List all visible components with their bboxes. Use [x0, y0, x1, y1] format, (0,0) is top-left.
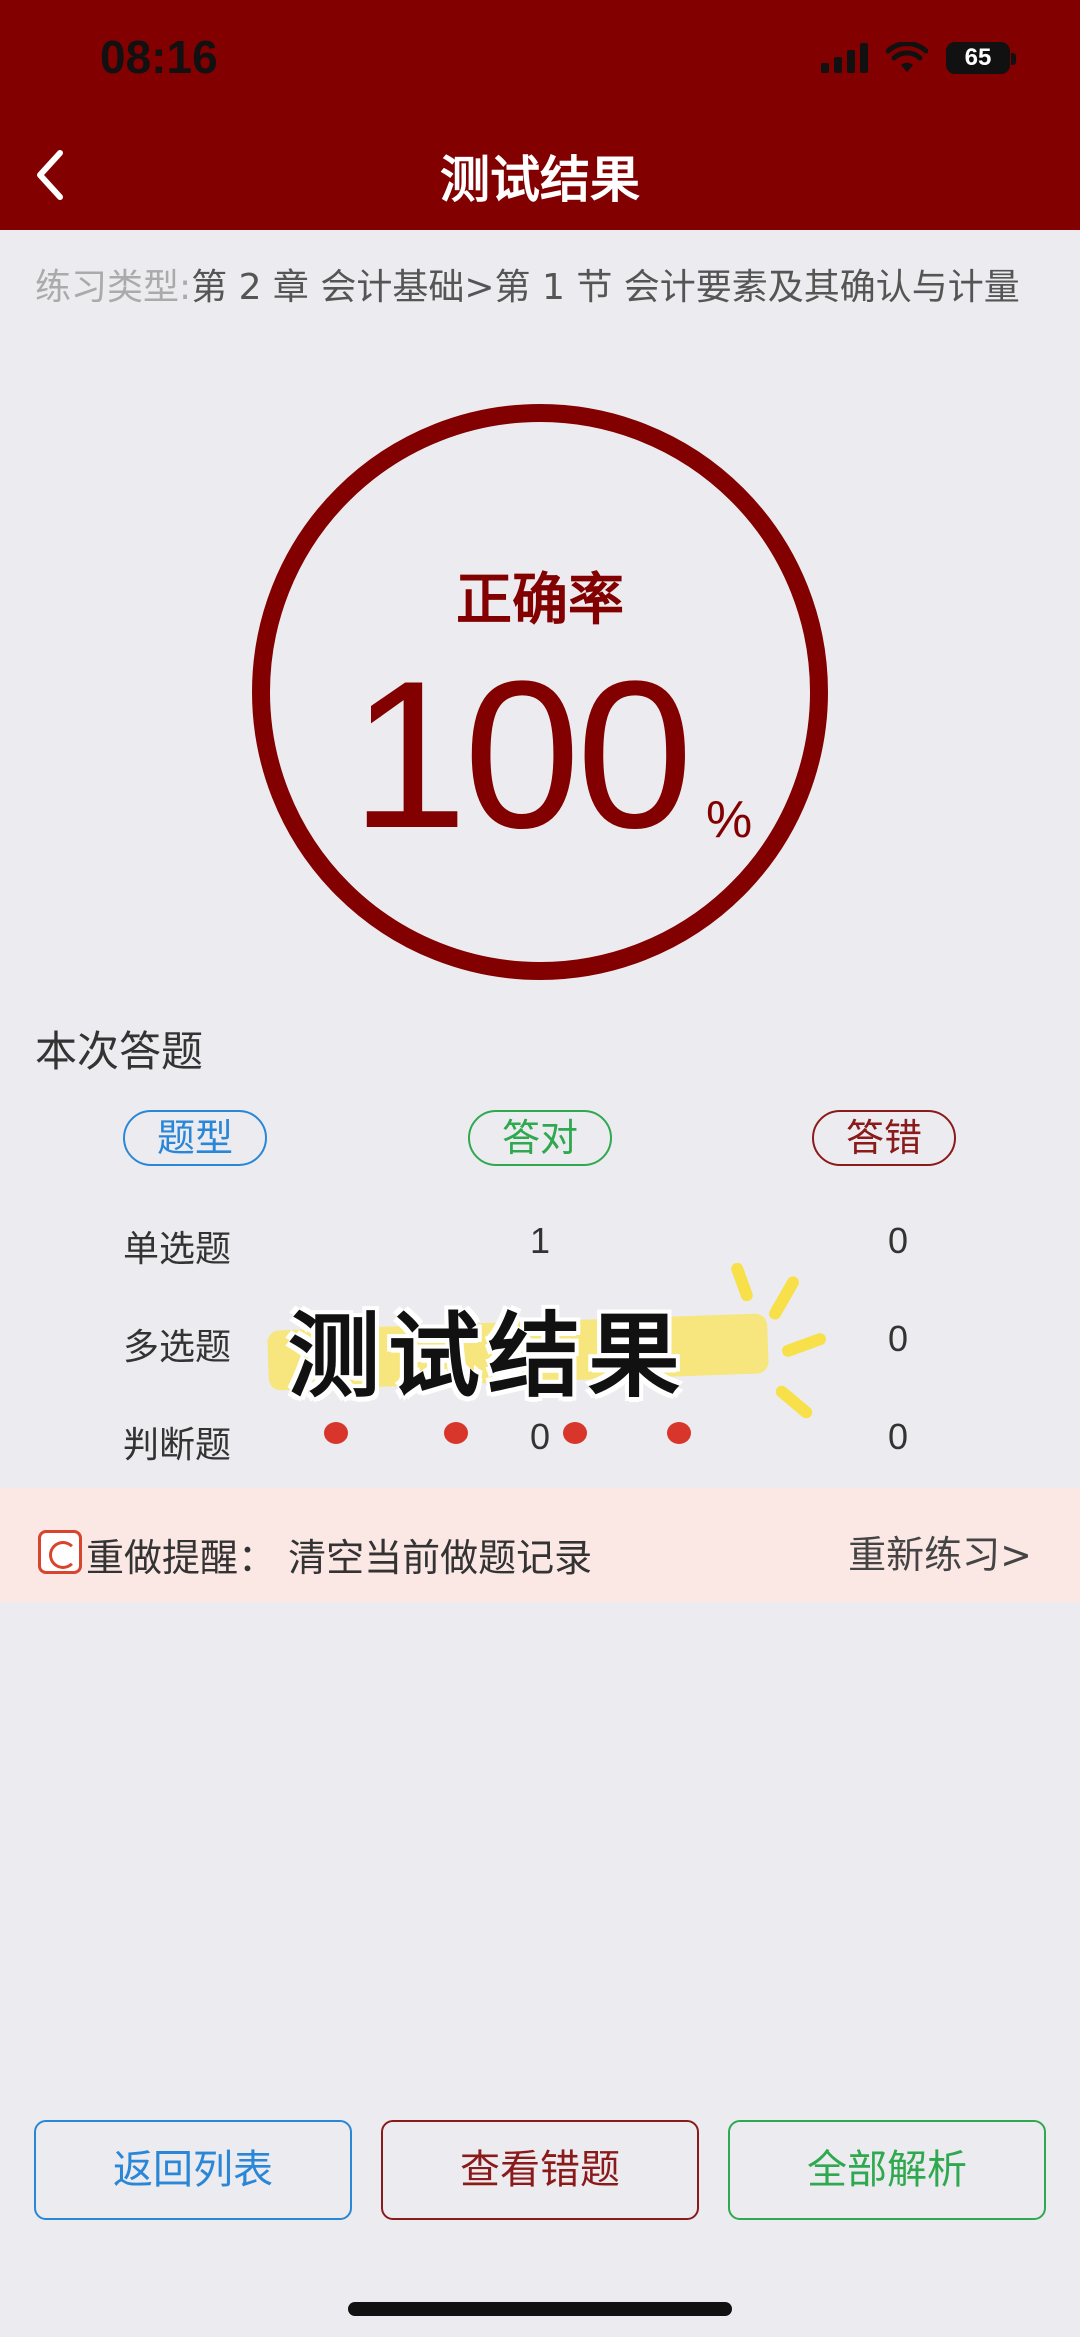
battery-icon: 65 — [946, 42, 1016, 74]
sticker-ray — [766, 1274, 802, 1322]
practice-type-label: 练习类型: — [35, 267, 192, 308]
row-wrong: 0 — [887, 1220, 909, 1261]
page-title: 测试结果 — [440, 151, 640, 209]
header-wrong: 答错 — [812, 1110, 956, 1166]
decorative-dot — [563, 1422, 587, 1444]
header-question-type: 题型 — [123, 1110, 267, 1166]
redo-icon — [38, 1530, 82, 1574]
row-name: 判断题 — [123, 1425, 232, 1466]
redo-label: 重做提醒： 清空当前做题记录 — [86, 1536, 593, 1580]
home-indicator — [348, 2302, 732, 2316]
row-name: 单选题 — [123, 1229, 232, 1270]
row-wrong: 0 — [887, 1318, 909, 1359]
overlay-sticker: 测试结果 — [267, 1261, 838, 1442]
accuracy-value: 100 — [350, 637, 693, 872]
app-header: 08:16 65 测试结果 — [0, 0, 1080, 230]
row-wrong: 0 — [887, 1416, 909, 1457]
sticker-text: 测试结果 — [288, 1303, 689, 1410]
all-analysis-button[interactable]: 全部解析 — [728, 2120, 1046, 2220]
sticker-ray — [729, 1261, 755, 1303]
row-name: 多选题 — [123, 1327, 232, 1368]
sticker-ray — [780, 1331, 828, 1359]
decorative-dot — [667, 1422, 691, 1444]
status-icons: 65 — [821, 42, 1016, 74]
redo-practice-link[interactable]: 重新练习> — [848, 1524, 1032, 1579]
summary-title: 本次答题 — [35, 1027, 204, 1076]
decorative-dot — [444, 1422, 468, 1444]
status-time: 08:16 — [100, 31, 218, 83]
wifi-icon — [886, 42, 928, 72]
signal-icon — [821, 43, 868, 73]
row-correct: 1 — [529, 1220, 551, 1261]
header-correct: 答对 — [468, 1110, 612, 1166]
decorative-dot — [324, 1422, 348, 1444]
practice-type-value: 第 2 章 会计基础>第 1 节 会计要素及其确认与计量 — [191, 267, 1020, 308]
view-wrong-button[interactable]: 查看错题 — [381, 2120, 699, 2220]
accuracy-label: 正确率 — [456, 568, 624, 633]
back-to-list-button[interactable]: 返回列表 — [34, 2120, 352, 2220]
practice-type: 练习类型:第 2 章 会计基础>第 1 节 会计要素及其确认与计量 — [35, 258, 1020, 310]
accuracy-unit: % — [706, 791, 753, 849]
sticker-ray — [773, 1383, 815, 1421]
